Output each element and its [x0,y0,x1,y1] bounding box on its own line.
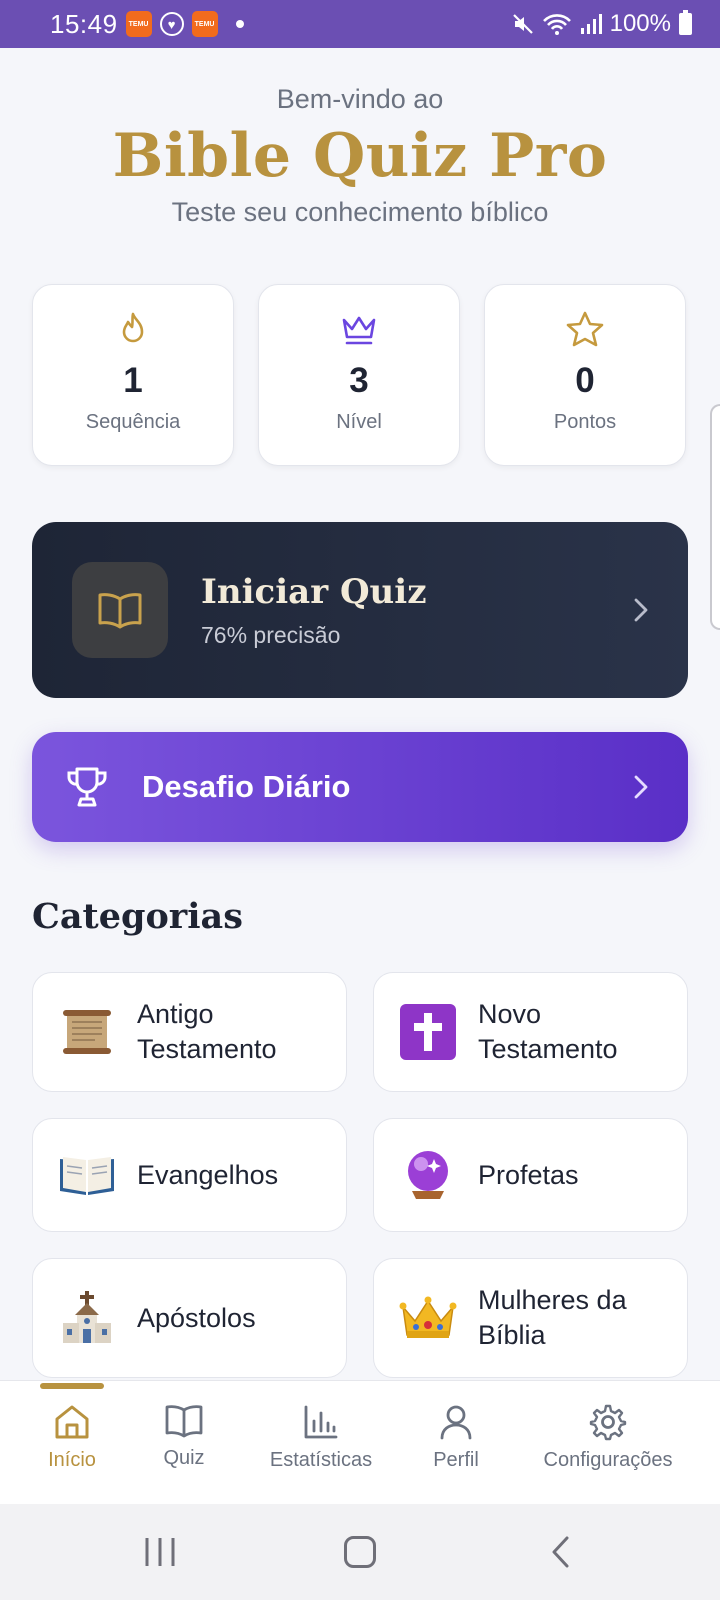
crown-icon [339,311,379,347]
nav-active-indicator [40,1383,104,1389]
nav-label: Quiz [163,1447,205,1469]
stat-value: 1 [123,361,143,400]
stat-label: Sequência [85,411,181,433]
category-old-testament[interactable]: Antigo Testamento [32,972,347,1092]
category-gospels[interactable]: Evangelhos [32,1118,347,1232]
stat-value: 3 [349,361,369,400]
category-label-line: Antigo [137,999,214,1029]
daily-challenge-label: Desafio Diário [142,769,351,804]
battery-icon [679,10,692,35]
quiz-icon-box [72,562,168,658]
subtitle: Teste seu conhecimento bíblico [171,197,549,227]
bar-chart-icon [304,1405,338,1439]
book-icon [165,1405,203,1438]
stat-card-streak: 1 Sequência [32,284,234,466]
back-button[interactable] [520,1504,600,1600]
chevron-right-icon [634,598,648,622]
category-label-line: Testamento [137,1034,277,1064]
category-label: Antigo Testamento [137,997,277,1067]
user-icon [440,1405,472,1440]
edge-panel-handle[interactable] [710,404,720,630]
signal-icon [580,14,602,34]
welcome-text: Bem-vindo ao [276,84,444,114]
book-icon [98,593,142,629]
category-label: Profetas [478,1159,579,1190]
category-apostles[interactable]: Apóstolos [32,1258,347,1378]
nav-label: Início [48,1449,96,1471]
nav-label: Perfil [433,1449,479,1471]
gear-icon [589,1404,627,1441]
nav-item-statistics[interactable]: Estatísticas [256,1403,386,1472]
category-label: Mulheres da Bíblia [478,1283,627,1353]
category-label: Evangelhos [137,1159,279,1190]
category-label-line: Bíblia [478,1320,546,1350]
category-label-line: Testamento [478,1034,618,1064]
nav-label: Configurações [543,1449,673,1471]
heart-notification-icon: ♥ [159,12,184,36]
nav-label: Estatísticas [269,1449,373,1471]
chevron-right-icon [634,775,648,799]
daily-challenge-button[interactable]: Desafio Diário [32,732,688,842]
back-icon [552,1536,569,1568]
nav-item-profile[interactable]: Perfil [416,1403,496,1472]
status-right: 100% [512,10,692,38]
category-women-of-bible[interactable]: Mulheres da Bíblia [373,1258,688,1378]
stat-label: Pontos [553,411,617,433]
stats-row: 1 Sequência 3 Nível 0 Pontos [32,284,688,466]
quiz-text: Iniciar Quiz 76% precisão [201,572,632,649]
crown-emoji-icon [398,1288,458,1348]
wifi-icon [542,14,571,35]
status-left: 15:49 TEMU ♥ TEMU [50,9,244,40]
crystal-ball-icon [398,1145,458,1205]
cross-icon [398,1002,458,1062]
system-nav-bar [0,1504,720,1600]
star-icon [565,311,605,347]
home-button[interactable] [320,1504,400,1600]
category-label: Apóstolos [137,1302,256,1333]
flame-icon [117,311,149,347]
home-icon [55,1405,89,1439]
home-square-icon [344,1536,376,1568]
bottom-nav: Início Quiz Estatísticas Perfil Configur… [0,1380,720,1504]
categories-title: Categorias [32,896,243,937]
stat-card-level: 3 Nível [258,284,460,466]
category-label-line: Mulheres da [478,1285,627,1315]
recent-apps-button[interactable] [120,1504,200,1600]
category-prophets[interactable]: Profetas [373,1118,688,1232]
nav-item-home[interactable]: Início [40,1403,104,1472]
categories-grid: Antigo Testamento Novo Testamento Evange… [32,972,688,1378]
stat-value: 0 [575,361,595,400]
quiz-accuracy: 76% precisão [201,621,341,648]
open-book-icon [57,1145,117,1205]
scroll-icon [57,1002,117,1062]
header: Bem-vindo ao Bible Quiz Pro Teste seu co… [0,80,720,228]
temu-notification-icon: TEMU [191,11,218,37]
more-notifications-icon [235,20,244,28]
status-time: 15:49 [50,8,118,39]
category-new-testament[interactable]: Novo Testamento [373,972,688,1092]
trophy-icon [67,767,107,807]
app-title: Bible Quiz Pro [112,121,608,191]
battery-percent: 100% [609,10,671,37]
mute-icon [512,14,533,34]
category-label-line: Novo [478,999,542,1029]
recent-apps-icon [145,1538,175,1566]
start-quiz-button[interactable]: Iniciar Quiz 76% precisão [32,522,688,698]
nav-item-settings[interactable]: Configurações [528,1403,688,1472]
church-icon [57,1288,117,1348]
stat-card-points: 0 Pontos [484,284,686,466]
category-label: Novo Testamento [478,997,618,1067]
temu-notification-icon: TEMU [125,11,152,37]
status-bar: 15:49 TEMU ♥ TEMU 100% [0,0,720,48]
stat-label: Nível [336,411,382,433]
quiz-title: Iniciar Quiz [201,571,427,612]
nav-item-quiz[interactable]: Quiz [152,1403,216,1470]
